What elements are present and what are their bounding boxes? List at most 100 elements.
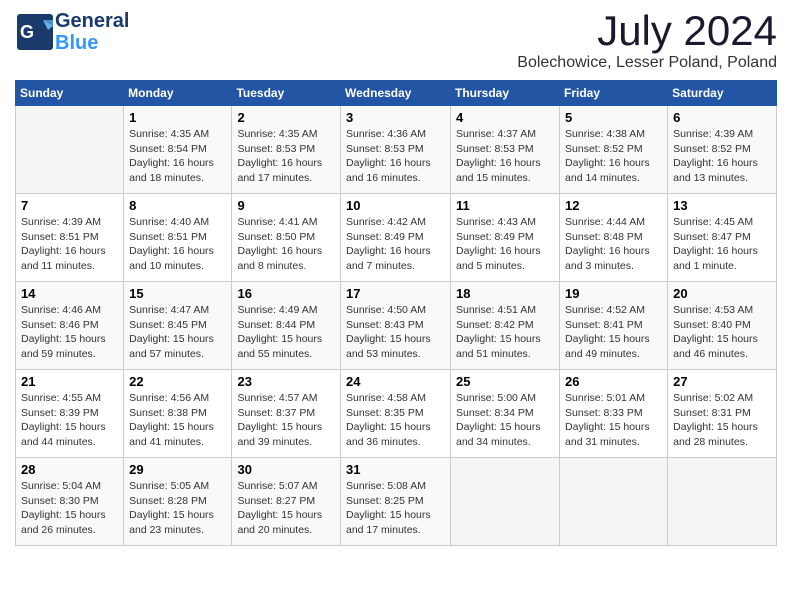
day-info: Sunrise: 4:35 AMSunset: 8:53 PMDaylight:… xyxy=(237,127,335,186)
calendar-cell: 14 Sunrise: 4:46 AMSunset: 8:46 PMDayligh… xyxy=(16,282,124,370)
day-number: 22 xyxy=(129,374,226,389)
day-info: Sunrise: 5:00 AMSunset: 8:34 PMDaylight:… xyxy=(456,391,554,450)
day-number: 19 xyxy=(565,286,662,301)
day-number: 12 xyxy=(565,198,662,213)
day-number: 5 xyxy=(565,110,662,125)
day-number: 10 xyxy=(346,198,445,213)
calendar-week-row: 28 Sunrise: 5:04 AMSunset: 8:30 PMDayligh… xyxy=(16,458,777,546)
day-number: 31 xyxy=(346,462,445,477)
day-info: Sunrise: 4:40 AMSunset: 8:51 PMDaylight:… xyxy=(129,215,226,274)
day-number: 29 xyxy=(129,462,226,477)
day-info: Sunrise: 4:56 AMSunset: 8:38 PMDaylight:… xyxy=(129,391,226,450)
calendar-cell: 5Sunrise: 4:38 AMSunset: 8:52 PMDaylight… xyxy=(560,106,668,194)
day-number: 30 xyxy=(237,462,335,477)
logo-blue-text: Blue xyxy=(55,32,129,54)
calendar-week-row: 21 Sunrise: 4:55 AMSunset: 8:39 PMDayligh… xyxy=(16,370,777,458)
day-info: Sunrise: 4:42 AMSunset: 8:49 PMDaylight:… xyxy=(346,215,445,274)
calendar-cell xyxy=(451,458,560,546)
calendar-cell xyxy=(560,458,668,546)
day-info: Sunrise: 5:01 AMSunset: 8:33 PMDaylight:… xyxy=(565,391,662,450)
calendar-title: July 2024 xyxy=(517,10,777,52)
day-info: Sunrise: 4:45 AMSunset: 8:47 PMDaylight:… xyxy=(673,215,771,274)
calendar-cell: 3 Sunrise: 4:36 AMSunset: 8:53 PMDaylight… xyxy=(341,106,451,194)
day-number: 25 xyxy=(456,374,554,389)
day-info: Sunrise: 4:46 AMSunset: 8:46 PMDaylight:… xyxy=(21,303,118,362)
day-info: Sunrise: 4:39 AMSunset: 8:51 PMDaylight:… xyxy=(21,215,118,274)
calendar-cell: 10 Sunrise: 4:42 AMSunset: 8:49 PMDayligh… xyxy=(341,194,451,282)
calendar-cell: 8 Sunrise: 4:40 AMSunset: 8:51 PMDaylight… xyxy=(124,194,232,282)
day-number: 21 xyxy=(21,374,118,389)
day-info: Sunrise: 4:49 AMSunset: 8:44 PMDaylight:… xyxy=(237,303,335,362)
day-number: 20 xyxy=(673,286,771,301)
day-header-wednesday: Wednesday xyxy=(341,81,451,106)
calendar-cell: 17Sunrise: 4:50 AMSunset: 8:43 PMDayligh… xyxy=(341,282,451,370)
day-header-tuesday: Tuesday xyxy=(232,81,341,106)
day-info: Sunrise: 5:08 AMSunset: 8:25 PMDaylight:… xyxy=(346,479,445,538)
calendar-cell: 28 Sunrise: 5:04 AMSunset: 8:30 PMDayligh… xyxy=(16,458,124,546)
day-info: Sunrise: 4:39 AMSunset: 8:52 PMDaylight:… xyxy=(673,127,771,186)
day-info: Sunrise: 4:43 AMSunset: 8:49 PMDaylight:… xyxy=(456,215,554,274)
day-number: 1 xyxy=(129,110,226,125)
calendar-header-row: SundayMondayTuesdayWednesdayThursdayFrid… xyxy=(16,81,777,106)
calendar-cell: 13Sunrise: 4:45 AMSunset: 8:47 PMDayligh… xyxy=(668,194,777,282)
calendar-cell: 22 Sunrise: 4:56 AMSunset: 8:38 PMDayligh… xyxy=(124,370,232,458)
day-header-monday: Monday xyxy=(124,81,232,106)
day-number: 9 xyxy=(237,198,335,213)
day-number: 8 xyxy=(129,198,226,213)
day-number: 11 xyxy=(456,198,554,213)
calendar-cell: 4 Sunrise: 4:37 AMSunset: 8:53 PMDaylight… xyxy=(451,106,560,194)
svg-text:G: G xyxy=(20,22,34,42)
calendar-cell: 30 Sunrise: 5:07 AMSunset: 8:27 PMDayligh… xyxy=(232,458,341,546)
day-number: 7 xyxy=(21,198,118,213)
day-number: 23 xyxy=(237,374,335,389)
logo-general-text: General xyxy=(55,10,129,32)
calendar-week-row: 7 Sunrise: 4:39 AMSunset: 8:51 PMDaylight… xyxy=(16,194,777,282)
day-number: 3 xyxy=(346,110,445,125)
calendar-cell: 1 Sunrise: 4:35 AMSunset: 8:54 PMDaylight… xyxy=(124,106,232,194)
calendar-cell xyxy=(668,458,777,546)
day-info: Sunrise: 4:36 AMSunset: 8:53 PMDaylight:… xyxy=(346,127,445,186)
day-header-thursday: Thursday xyxy=(451,81,560,106)
day-info: Sunrise: 5:04 AMSunset: 8:30 PMDaylight:… xyxy=(21,479,118,538)
day-number: 17 xyxy=(346,286,445,301)
calendar-cell xyxy=(16,106,124,194)
day-info: Sunrise: 4:35 AMSunset: 8:54 PMDaylight:… xyxy=(129,127,226,186)
calendar-cell: 12Sunrise: 4:44 AMSunset: 8:48 PMDayligh… xyxy=(560,194,668,282)
calendar-table: SundayMondayTuesdayWednesdayThursdayFrid… xyxy=(15,80,777,546)
day-number: 6 xyxy=(673,110,771,125)
day-number: 28 xyxy=(21,462,118,477)
calendar-cell: 19Sunrise: 4:52 AMSunset: 8:41 PMDayligh… xyxy=(560,282,668,370)
day-info: Sunrise: 4:55 AMSunset: 8:39 PMDaylight:… xyxy=(21,391,118,450)
calendar-cell: 11 Sunrise: 4:43 AMSunset: 8:49 PMDayligh… xyxy=(451,194,560,282)
day-number: 27 xyxy=(673,374,771,389)
calendar-cell: 24Sunrise: 4:58 AMSunset: 8:35 PMDayligh… xyxy=(341,370,451,458)
day-info: Sunrise: 5:07 AMSunset: 8:27 PMDaylight:… xyxy=(237,479,335,538)
day-number: 4 xyxy=(456,110,554,125)
day-info: Sunrise: 4:47 AMSunset: 8:45 PMDaylight:… xyxy=(129,303,226,362)
calendar-cell: 18Sunrise: 4:51 AMSunset: 8:42 PMDayligh… xyxy=(451,282,560,370)
calendar-cell: 15Sunrise: 4:47 AMSunset: 8:45 PMDayligh… xyxy=(124,282,232,370)
calendar-cell: 21 Sunrise: 4:55 AMSunset: 8:39 PMDayligh… xyxy=(16,370,124,458)
day-info: Sunrise: 5:02 AMSunset: 8:31 PMDaylight:… xyxy=(673,391,771,450)
calendar-cell: 23Sunrise: 4:57 AMSunset: 8:37 PMDayligh… xyxy=(232,370,341,458)
day-info: Sunrise: 4:58 AMSunset: 8:35 PMDaylight:… xyxy=(346,391,445,450)
title-area: July 2024 Bolechowice, Lesser Poland, Po… xyxy=(517,10,777,72)
day-info: Sunrise: 4:53 AMSunset: 8:40 PMDaylight:… xyxy=(673,303,771,362)
calendar-cell: 29Sunrise: 5:05 AMSunset: 8:28 PMDayligh… xyxy=(124,458,232,546)
calendar-cell: 9Sunrise: 4:41 AMSunset: 8:50 PMDaylight… xyxy=(232,194,341,282)
calendar-cell: 20 Sunrise: 4:53 AMSunset: 8:40 PMDayligh… xyxy=(668,282,777,370)
logo-icon: G xyxy=(15,12,55,52)
header: G General Blue July 2024 Bolechowice, Le… xyxy=(15,10,777,72)
calendar-week-row: 1 Sunrise: 4:35 AMSunset: 8:54 PMDaylight… xyxy=(16,106,777,194)
day-number: 14 xyxy=(21,286,118,301)
day-info: Sunrise: 4:37 AMSunset: 8:53 PMDaylight:… xyxy=(456,127,554,186)
calendar-cell: 16Sunrise: 4:49 AMSunset: 8:44 PMDayligh… xyxy=(232,282,341,370)
calendar-week-row: 14 Sunrise: 4:46 AMSunset: 8:46 PMDayligh… xyxy=(16,282,777,370)
day-header-sunday: Sunday xyxy=(16,81,124,106)
calendar-cell: 2Sunrise: 4:35 AMSunset: 8:53 PMDaylight… xyxy=(232,106,341,194)
day-info: Sunrise: 4:51 AMSunset: 8:42 PMDaylight:… xyxy=(456,303,554,362)
calendar-cell: 31 Sunrise: 5:08 AMSunset: 8:25 PMDayligh… xyxy=(341,458,451,546)
calendar-cell: 7 Sunrise: 4:39 AMSunset: 8:51 PMDaylight… xyxy=(16,194,124,282)
day-number: 26 xyxy=(565,374,662,389)
logo: G General Blue xyxy=(15,10,129,54)
